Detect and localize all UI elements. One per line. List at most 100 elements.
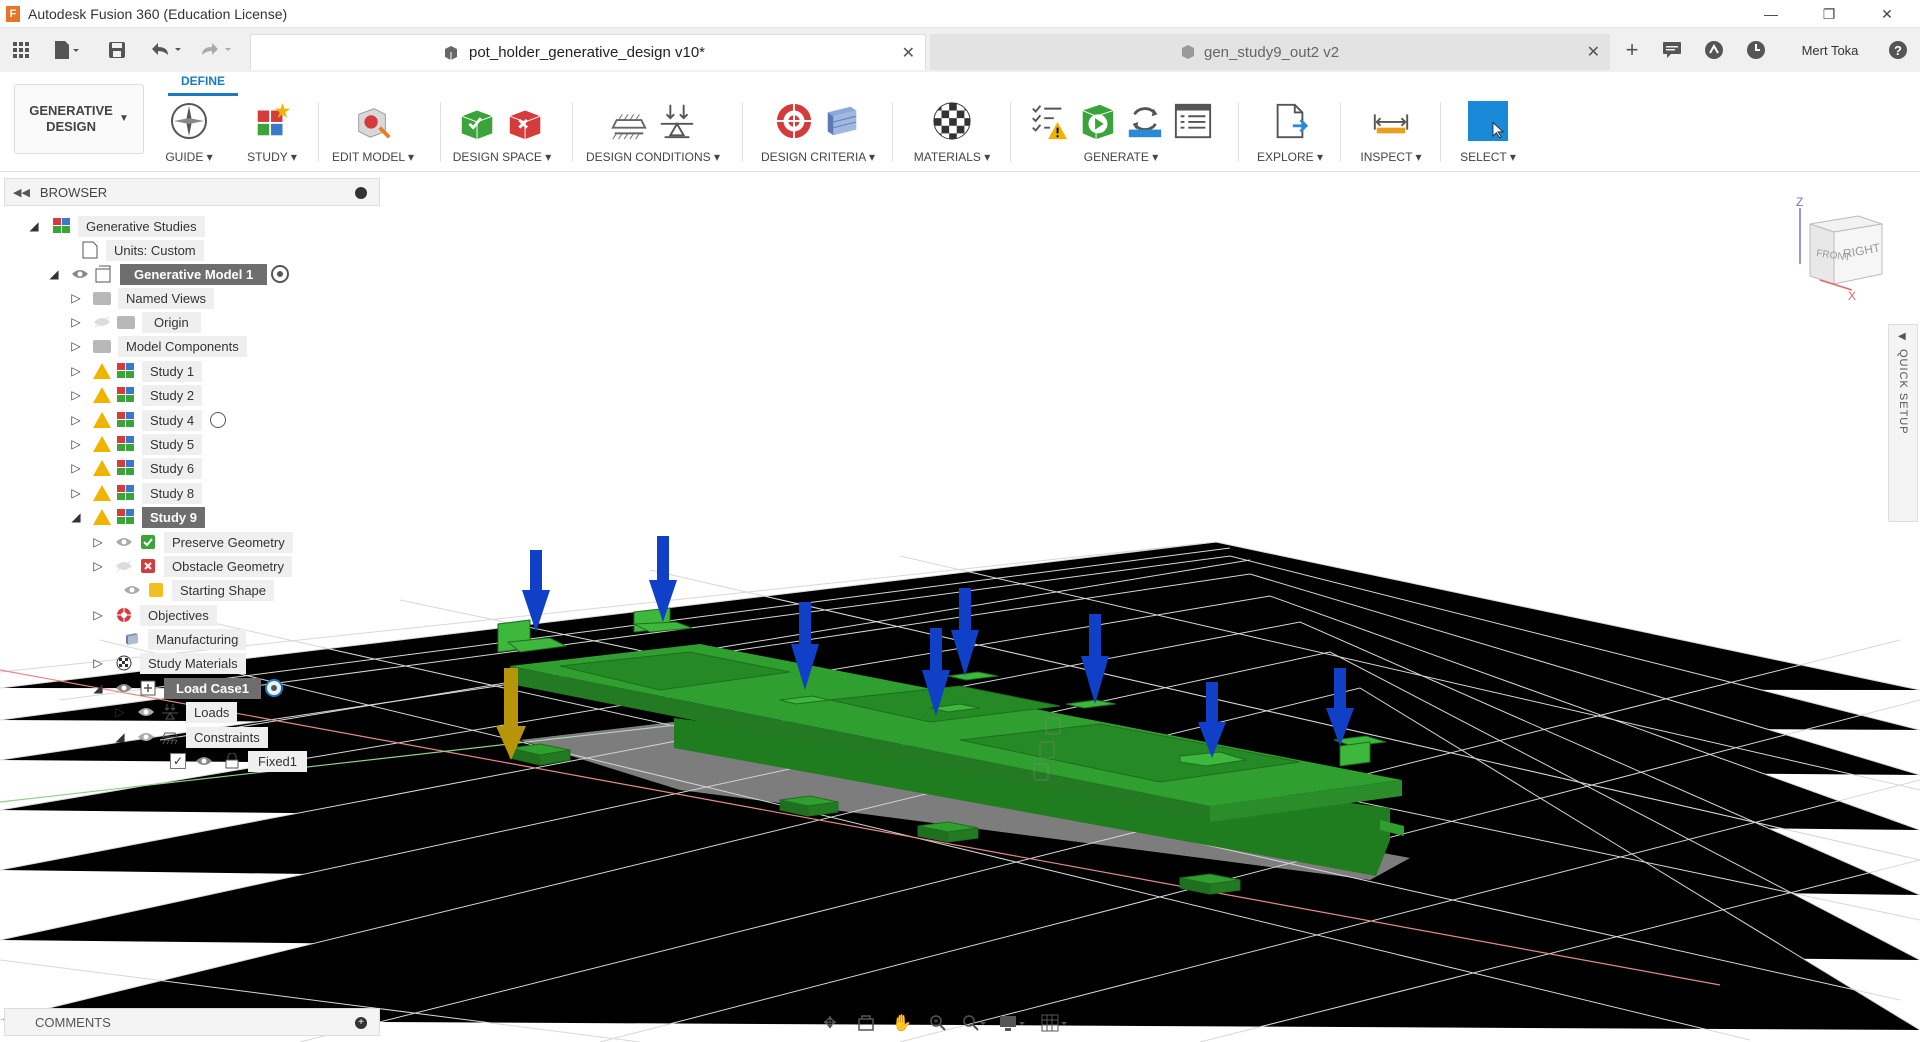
tab-define[interactable]: DEFINE [168,74,238,96]
tree-item-load-case1[interactable]: ◢ Load Case1 [90,676,283,700]
tree-item-study-1[interactable]: ▷ Study 1 [68,359,203,383]
collapse-browser-icon[interactable]: ◀◀ [13,186,30,199]
tree-item-generative-studies[interactable]: ◢ Generative Studies [26,214,205,238]
tree-item-study-4[interactable]: ▷ Study 4 [68,408,227,432]
view-cube[interactable]: Z FRONT RIGHT X [1790,194,1890,304]
activate-radio-icon[interactable] [264,679,283,697]
tree-item-fixed1[interactable]: ✓ Fixed1 [170,749,308,773]
design-space-group[interactable]: DESIGN SPACE ▾ [446,98,558,168]
tree-item-model-components[interactable]: ▷ Model Components [68,334,247,358]
file-menu-icon[interactable] [50,38,84,62]
comments-panel[interactable]: COMMENTS + [4,1008,380,1036]
expand-toggle-icon[interactable]: ▷ [68,485,84,501]
tree-item-units[interactable]: Units: Custom [76,238,204,262]
tree-item-named-views[interactable]: ▷ Named Views [68,286,214,310]
select-group[interactable]: SELECT ▾ [1448,98,1528,168]
visibility-eye-hidden-icon[interactable] [114,558,134,574]
restore-icon[interactable]: ❐ [1806,0,1852,28]
visibility-eye-icon[interactable] [136,704,156,720]
tab-close-icon[interactable]: ✕ [1587,42,1600,62]
generate-group[interactable]: GENERATE ▾ [1016,98,1226,168]
tree-item-study-2[interactable]: ▷ Study 2 [68,383,203,407]
visibility-eye-icon[interactable] [70,266,90,282]
visibility-eye-icon[interactable] [114,680,134,696]
tree-item-study-9[interactable]: ◢ Study 9 [68,505,205,529]
new-tab-icon[interactable]: + [1620,37,1644,62]
notifications-icon[interactable] [1660,38,1684,62]
expand-toggle-icon[interactable]: ▷ [68,363,84,379]
design-criteria-group[interactable]: DESIGN CRITERIA ▾ [750,98,886,168]
tree-item-obstacle-geometry[interactable]: ▷ Obstacle Geometry [90,554,292,578]
save-icon[interactable] [106,38,128,62]
visibility-eye-icon[interactable] [114,534,134,550]
zoom-icon[interactable] [926,1012,950,1034]
expand-toggle-icon[interactable]: ▷ [90,655,106,671]
data-panel-grid-icon[interactable] [10,38,32,62]
help-icon[interactable]: ? [1886,38,1910,62]
edit-model-group[interactable]: EDIT MODEL ▾ [326,98,420,168]
expand-toggle-icon[interactable]: ▷ [68,290,84,306]
expand-toggle-icon[interactable]: ▷ [112,704,128,720]
activate-radio-icon[interactable] [210,412,227,428]
add-comment-icon[interactable]: + [355,1017,367,1029]
tree-item-study-8[interactable]: ▷ Study 8 [68,481,203,505]
grid-settings-icon[interactable] [1040,1012,1070,1034]
fit-zoom-icon[interactable] [962,1012,986,1034]
look-at-icon[interactable] [854,1012,878,1034]
visibility-eye-icon[interactable] [194,753,214,769]
expand-toggle-icon[interactable]: ◢ [46,266,62,282]
expand-toggle-icon[interactable]: ▷ [68,314,84,330]
tree-item-study-5[interactable]: ▷ Study 5 [68,432,203,456]
pan-hand-icon[interactable]: ✋ [890,1012,914,1034]
user-account-button[interactable]: Mert Toka [1790,38,1870,62]
tree-item-manufacturing[interactable]: Manufacturing [106,627,247,651]
job-status-icon[interactable] [1702,38,1726,62]
expand-toggle-icon[interactable]: ▷ [68,387,84,403]
tree-item-study-6[interactable]: ▷ Study 6 [68,456,203,480]
expand-toggle-icon[interactable]: ▷ [90,534,106,550]
tree-item-constraints[interactable]: ◢ Constraints [112,725,268,749]
undo-icon[interactable] [146,38,186,62]
display-settings-icon[interactable] [998,1012,1028,1034]
expand-toggle-icon[interactable]: ▷ [68,436,84,452]
expand-toggle-icon[interactable]: ▷ [68,412,84,428]
inspect-group[interactable]: INSPECT ▾ [1348,98,1434,168]
quick-setup-panel[interactable]: ◀ QUICK SETUP [1888,324,1918,522]
history-clock-icon[interactable] [1744,38,1768,62]
expand-toggle-icon[interactable]: ◢ [26,218,42,234]
orbit-icon[interactable]: ✥ [818,1012,842,1034]
tree-item-preserve-geometry[interactable]: ▷ Preserve Geometry [90,530,293,554]
tab-pot-holder-design[interactable]: pot_holder_generative_design v10* ✕ [250,34,926,70]
close-icon[interactable]: ✕ [1864,0,1910,28]
visibility-eye-icon[interactable] [136,729,156,745]
tree-item-study-materials[interactable]: ▷ Study Materials [90,651,246,675]
browser-pin-icon[interactable] [355,187,367,199]
expand-toggle-icon[interactable]: ▷ [68,338,84,354]
redo-icon[interactable] [196,38,236,62]
tree-item-loads[interactable]: ▷ Loads [112,700,238,724]
expand-toggle-icon[interactable]: ▷ [68,460,84,476]
materials-group[interactable]: MATERIALS ▾ [900,98,1004,168]
design-conditions-group[interactable]: DESIGN CONDITIONS ▾ [578,98,728,168]
tree-item-starting-shape[interactable]: Starting Shape [106,578,275,602]
expand-toggle-icon[interactable]: ▷ [90,607,106,623]
guide-group[interactable]: GUIDE ▾ [160,98,218,168]
collapse-panel-icon[interactable]: ◀ [1898,331,1906,342]
expand-toggle-icon[interactable]: ◢ [68,509,84,525]
expand-toggle-icon[interactable]: ◢ [90,680,106,696]
tree-item-origin[interactable]: ▷ Origin [68,310,201,334]
expand-toggle-icon[interactable]: ▷ [90,558,106,574]
tab-close-icon[interactable]: ✕ [902,43,915,63]
tree-item-generative-model-1[interactable]: ◢ Generative Model 1 [46,262,290,286]
activate-radio-icon[interactable] [271,265,290,283]
study-group[interactable]: STUDY ▾ [236,98,308,168]
visibility-eye-hidden-icon[interactable] [92,314,112,330]
expand-toggle-icon[interactable]: ◢ [112,729,128,745]
workspace-switcher-button[interactable]: GENERATIVE DESIGN ▼ [14,84,144,154]
tab-gen-study9-out2[interactable]: gen_study9_out2 v2 ✕ [930,34,1610,70]
include-checkbox[interactable]: ✓ [170,753,186,769]
minimize-icon[interactable]: — [1748,0,1794,28]
explore-group[interactable]: EXPLORE ▾ [1246,98,1334,168]
tree-item-objectives[interactable]: ▷ Objectives [90,603,217,627]
visibility-eye-icon[interactable] [122,582,142,598]
